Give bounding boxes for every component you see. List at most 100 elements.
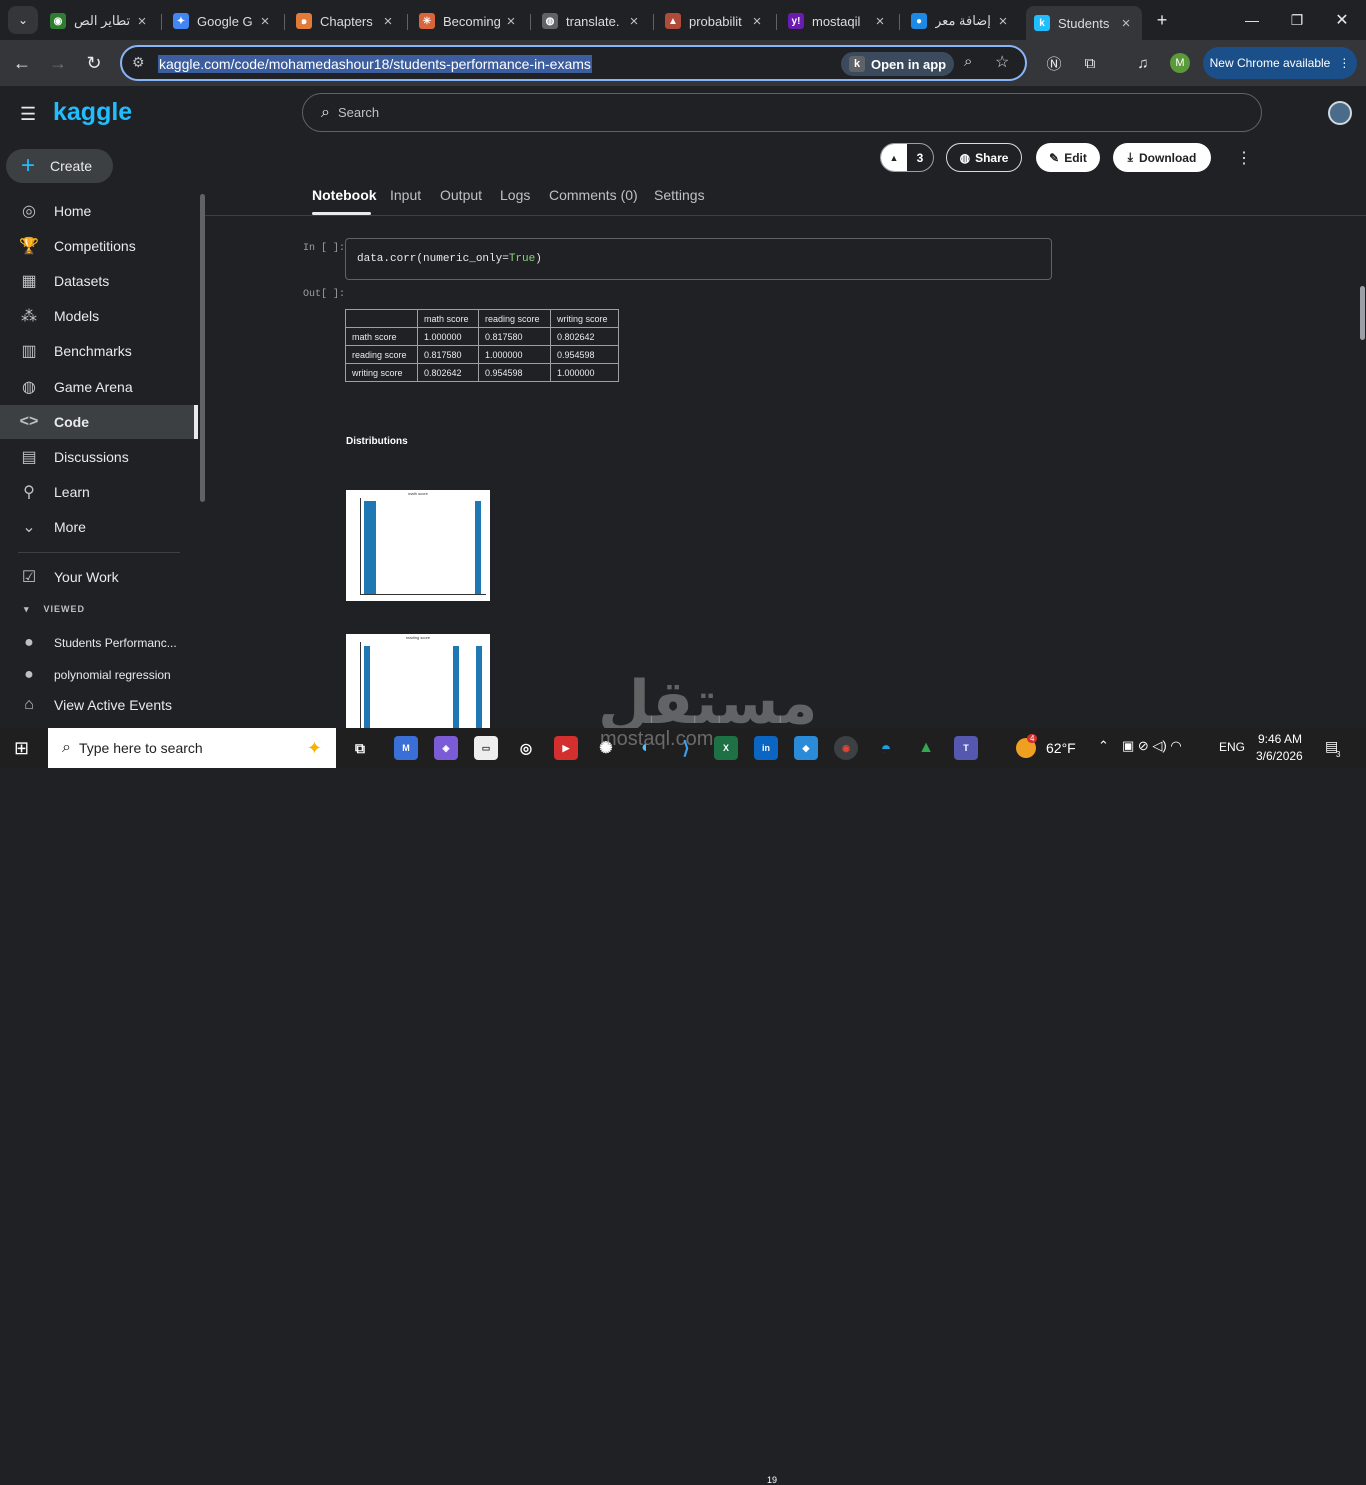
reload-icon[interactable]: ↻: [80, 49, 108, 77]
tab-close-icon[interactable]: ×: [872, 13, 888, 30]
browser-tab[interactable]: ● إضافة معر ×: [903, 6, 1019, 36]
task-view-icon[interactable]: ⧉: [348, 736, 372, 760]
drive-icon[interactable]: ▲: [914, 736, 938, 760]
new-chrome-available-button[interactable]: New Chrome available ⋮: [1203, 47, 1357, 79]
code-cell[interactable]: data.corr(numeric_only=True): [345, 238, 1052, 280]
kaggle-logo[interactable]: kaggle: [53, 98, 132, 127]
chrome-icon[interactable]: ◉: [834, 736, 858, 760]
taskbar-search-input[interactable]: ⌕ Type here to search ✦: [48, 728, 336, 768]
restore-button[interactable]: ❐: [1283, 6, 1311, 34]
app-icon[interactable]: ◆: [794, 736, 818, 760]
youtube-app-icon[interactable]: ▶: [554, 736, 578, 760]
browser-tab[interactable]: k Students ×: [1026, 6, 1142, 40]
tab-search-button[interactable]: ⌄: [8, 6, 38, 34]
sidebar-item-benchmarks[interactable]: ▥ Benchmarks: [0, 334, 198, 368]
language-indicator[interactable]: ENG: [1219, 740, 1245, 754]
media-controls-icon[interactable]: ♫: [1129, 49, 1157, 77]
user-avatar[interactable]: [1328, 101, 1352, 125]
browser-tab[interactable]: ◉ تطاير الص ×: [42, 6, 158, 36]
sidebar-item-datasets[interactable]: ▦ Datasets: [0, 264, 198, 298]
zoom-icon[interactable]: ⌕: [964, 53, 972, 70]
share-button[interactable]: ◍ Share: [946, 143, 1022, 172]
sidebar-item-game-arena[interactable]: ◍ Game Arena: [0, 370, 198, 404]
tab-close-icon[interactable]: ×: [626, 13, 642, 30]
browser-tab[interactable]: ๑ Chapters ×: [288, 6, 404, 36]
clock-date[interactable]: 3/6/2026: [1256, 749, 1303, 763]
download-button[interactable]: ⤓ Download: [1113, 143, 1211, 172]
excel-icon[interactable]: X: [714, 736, 738, 760]
minimize-button[interactable]: —: [1238, 6, 1266, 34]
profile-avatar[interactable]: M: [1166, 49, 1194, 77]
tab-close-icon[interactable]: ×: [134, 13, 150, 30]
open-in-app-button[interactable]: k Open in app: [841, 52, 955, 76]
sidebar-scrollbar[interactable]: [200, 194, 205, 502]
tab-notebook[interactable]: Notebook: [312, 187, 377, 203]
tab-close-icon[interactable]: ×: [257, 13, 273, 30]
back-icon[interactable]: ←: [8, 49, 36, 77]
tab-logs[interactable]: Logs: [500, 187, 530, 203]
sidebar-item-more[interactable]: ⌄ More: [0, 510, 198, 544]
viewed-item-students-performance[interactable]: ● Students Performanc...: [0, 626, 198, 660]
plot-y-axis: [360, 498, 361, 594]
forward-icon[interactable]: →: [44, 49, 72, 77]
kaggle-page: ☰ kaggle + Create ◎ Home 🏆 Competitions ▦ Dat…: [0, 86, 1366, 728]
tab-close-icon[interactable]: ×: [995, 13, 1011, 30]
tab-separator: [407, 14, 408, 30]
sidebar-item-label: Competitions: [54, 238, 136, 255]
windows-start-icon[interactable]: ⊞: [14, 738, 29, 759]
app-icon[interactable]: ◎: [514, 736, 538, 760]
create-button[interactable]: + Create: [6, 149, 113, 183]
viewed-header[interactable]: ▾ VIEWED: [24, 604, 85, 615]
more-options-icon[interactable]: ⋮: [1236, 148, 1252, 168]
site-info-icon[interactable]: ⚙: [132, 54, 145, 71]
browser-tab[interactable]: ▲ probabilit ×: [657, 6, 773, 36]
new-tab-button[interactable]: +: [1148, 6, 1176, 34]
tab-comments[interactable]: Comments (0): [549, 187, 638, 203]
tab-input[interactable]: Input: [390, 187, 421, 203]
notion-extension-icon[interactable]: Ⓝ: [1040, 49, 1068, 77]
copilot-icon[interactable]: ◈: [434, 736, 458, 760]
url-text[interactable]: kaggle.com/code/mohamedashour18/students…: [158, 55, 592, 73]
plot-title: math score: [408, 491, 428, 496]
sidebar-item-learn[interactable]: ⚲ Learn: [0, 475, 198, 509]
sidebar-item-home[interactable]: ◎ Home: [0, 194, 198, 228]
sidebar-item-view-active-events[interactable]: ⌂ View Active Events: [0, 688, 198, 722]
system-tray-icons[interactable]: ▣ ⊘ ◁) ◠: [1122, 738, 1182, 754]
active-indicator: [194, 404, 198, 439]
upvote-button[interactable]: ▲ 3: [880, 143, 934, 172]
extensions-icon[interactable]: ⧉: [1076, 49, 1104, 77]
page-scrollbar[interactable]: [1360, 286, 1365, 340]
edge-icon[interactable]: ◓: [874, 736, 898, 760]
close-window-button[interactable]: ✕: [1328, 6, 1356, 34]
search-input[interactable]: ⌕ Search: [302, 93, 1262, 132]
table-row: math score 1.000000 0.817580 0.802642: [345, 327, 619, 346]
tab-output[interactable]: Output: [440, 187, 482, 203]
tab-close-icon[interactable]: ×: [380, 13, 396, 30]
show-hidden-icons[interactable]: ⌃: [1098, 738, 1109, 754]
bookmark-star-icon[interactable]: ☆: [995, 52, 1009, 72]
sidebar-item-models[interactable]: ⁂ Models: [0, 299, 198, 333]
tab-close-icon[interactable]: ×: [749, 13, 765, 30]
sidebar-item-competitions[interactable]: 🏆 Competitions: [0, 229, 198, 263]
sidebar-item-discussions[interactable]: ▤ Discussions: [0, 440, 198, 474]
sidebar-item-code[interactable]: <> Code: [0, 404, 198, 439]
linkedin-icon[interactable]: in: [754, 736, 778, 760]
file-icon[interactable]: ▭: [474, 736, 498, 760]
browser-tab[interactable]: y! mostaqil ×: [780, 6, 896, 36]
m365-icon[interactable]: M: [394, 736, 418, 760]
edit-button[interactable]: ✎ Edit: [1036, 143, 1100, 172]
browser-tab[interactable]: ◍ translate. ×: [534, 6, 650, 36]
tab-close-icon[interactable]: ×: [1118, 15, 1134, 32]
clock-time[interactable]: 9:46 AM: [1258, 732, 1302, 746]
sidebar-item-your-work[interactable]: ☑ Your Work: [0, 560, 198, 594]
address-bar[interactable]: ⚙ kaggle.com/code/mohamedashour18/studen…: [120, 45, 1027, 81]
weather-temp[interactable]: 62°F: [1046, 740, 1076, 756]
tab-settings[interactable]: Settings: [654, 187, 705, 203]
hamburger-menu-icon[interactable]: ☰: [20, 104, 36, 125]
viewed-item-polynomial-regression[interactable]: ● polynomial regression: [0, 658, 198, 692]
code-keyword: True: [508, 253, 536, 265]
browser-tab[interactable]: ✳ Becoming ×: [411, 6, 527, 36]
browser-tab[interactable]: ✦ Google G ×: [165, 6, 281, 36]
tab-close-icon[interactable]: ×: [503, 13, 519, 30]
teams-icon[interactable]: T: [954, 736, 978, 760]
